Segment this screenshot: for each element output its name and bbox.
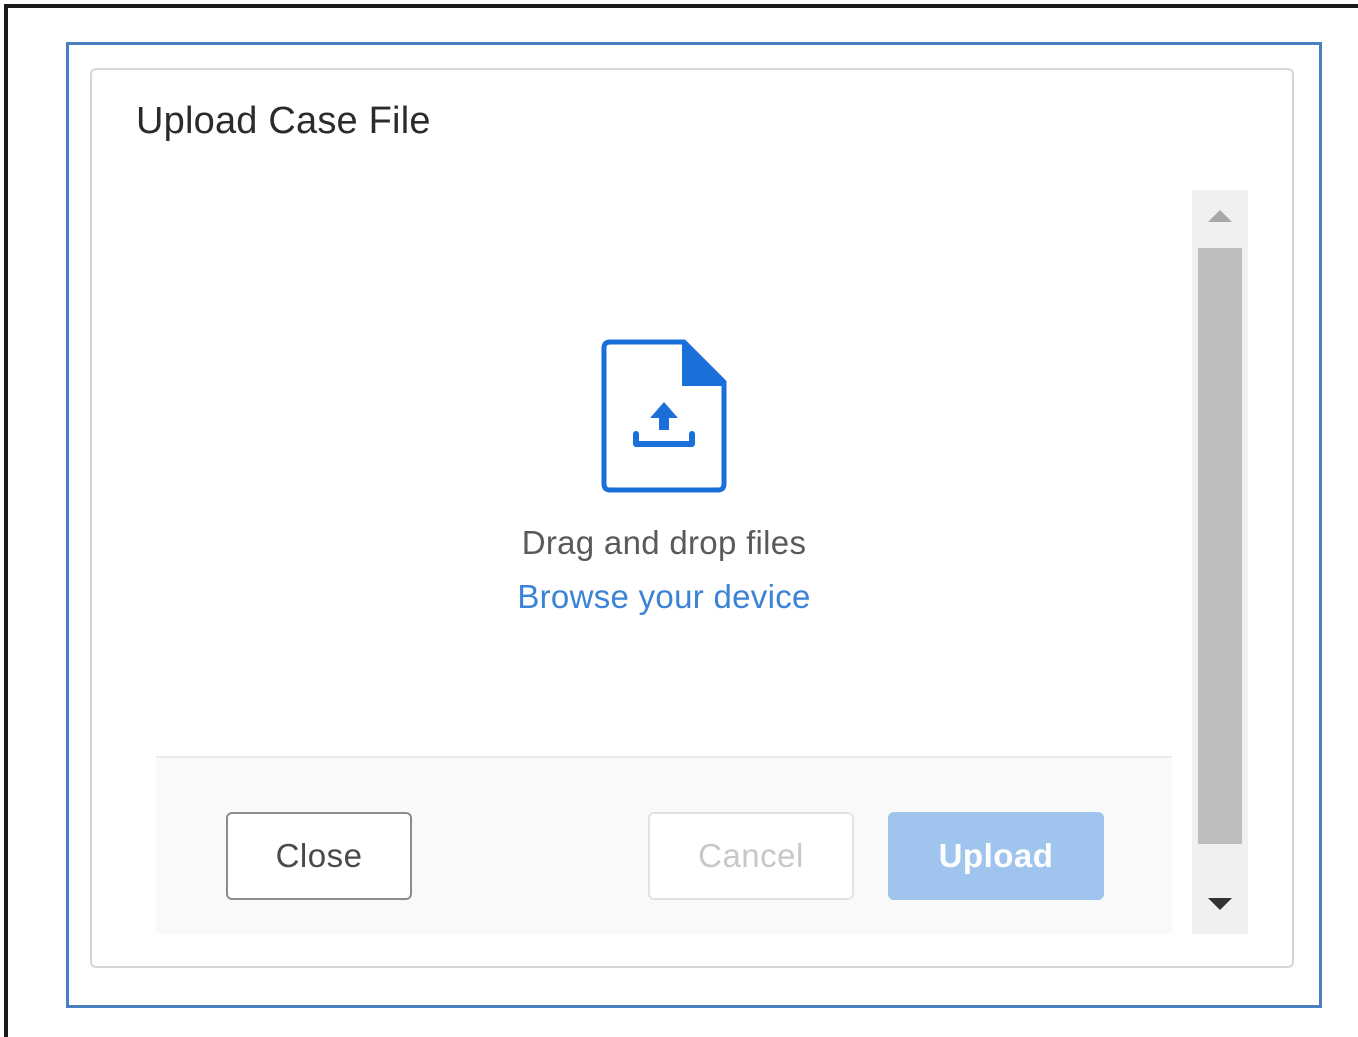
scroll-up-button[interactable] [1192,190,1248,246]
drag-drop-instruction: Drag and drop files [521,524,807,561]
close-button[interactable]: Close [226,812,412,900]
triangle-down-icon [1207,897,1233,916]
cancel-button: Cancel [648,812,854,900]
dialog-title: Upload Case File [136,100,431,142]
browse-device-link-row: Browse your device [0,578,1328,616]
scroll-down-button[interactable] [1192,878,1248,934]
browse-device-link[interactable]: Browse your device [517,578,810,615]
file-upload-icon [600,338,728,494]
scrollbar-thumb[interactable] [1198,248,1242,844]
triangle-up-icon [1207,209,1233,228]
vertical-scrollbar[interactable] [1192,190,1248,934]
upload-button: Upload [888,812,1104,900]
